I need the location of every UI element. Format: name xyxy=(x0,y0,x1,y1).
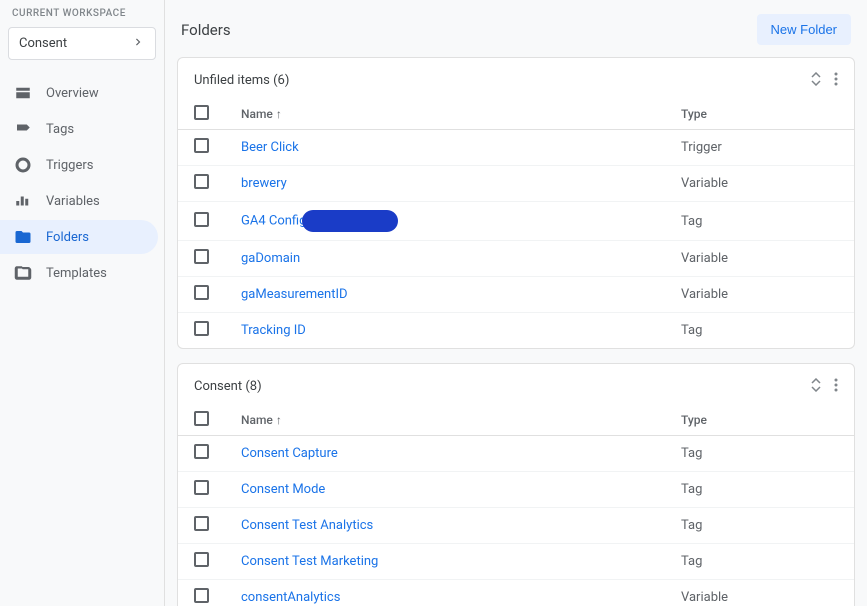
dashboard-icon xyxy=(14,84,32,102)
item-name-link[interactable]: consentAnalytics xyxy=(241,590,340,605)
table-row: Tracking ID Tag xyxy=(178,313,854,349)
redaction-mark xyxy=(302,210,398,232)
select-all-checkbox[interactable] xyxy=(194,411,209,426)
more-icon[interactable] xyxy=(834,378,838,395)
row-checkbox[interactable] xyxy=(194,321,209,336)
row-checkbox[interactable] xyxy=(194,138,209,153)
item-type: Variable xyxy=(665,241,854,277)
card-actions xyxy=(810,378,838,395)
card-actions xyxy=(810,72,838,89)
item-type: Tag xyxy=(665,436,854,472)
workspace-header: CURRENT WORKSPACE xyxy=(0,0,164,23)
row-checkbox[interactable] xyxy=(194,285,209,300)
row-checkbox[interactable] xyxy=(194,444,209,459)
row-checkbox[interactable] xyxy=(194,174,209,189)
item-name-link[interactable]: Consent Test Analytics xyxy=(241,518,373,533)
template-icon xyxy=(14,264,32,282)
item-type: Tag xyxy=(665,544,854,580)
table-row: Consent Test Marketing Tag xyxy=(178,544,854,580)
folder-table: Name↑Type Consent Capture Tag Consent Mode T… xyxy=(178,405,854,606)
main-content: Folders New Folder Unfiled items (6) Name… xyxy=(165,0,867,606)
item-name-link[interactable]: Beer Click xyxy=(241,140,299,155)
row-checkbox[interactable] xyxy=(194,516,209,531)
page-header: Folders New Folder xyxy=(177,14,855,45)
column-header-name[interactable]: Name↑ xyxy=(225,99,665,130)
folder-title: Unfiled items (6) xyxy=(194,73,289,88)
item-name-link[interactable]: brewery xyxy=(241,176,287,191)
nav-list: Overview Tags Triggers Variables Folders xyxy=(0,72,164,292)
tag-icon xyxy=(14,120,32,138)
sidebar-item-variables[interactable]: Variables xyxy=(0,184,158,218)
sidebar-item-templates[interactable]: Templates xyxy=(0,256,158,290)
page-title: Folders xyxy=(181,21,231,39)
sidebar-item-triggers[interactable]: Triggers xyxy=(0,148,158,182)
table-row: brewery Variable xyxy=(178,166,854,202)
sidebar: CURRENT WORKSPACE Consent Overview Tags … xyxy=(0,0,165,606)
column-header-type[interactable]: Type xyxy=(665,405,854,436)
sidebar-item-label: Overview xyxy=(46,86,99,101)
table-row: Consent Mode Tag xyxy=(178,472,854,508)
sidebar-item-label: Templates xyxy=(46,266,107,281)
item-type: Trigger xyxy=(665,130,854,166)
item-type: Tag xyxy=(665,508,854,544)
row-checkbox[interactable] xyxy=(194,480,209,495)
sidebar-item-tags[interactable]: Tags xyxy=(0,112,158,146)
item-name-link[interactable]: Tracking ID xyxy=(241,323,306,338)
table-row: GA4 Config Tag xyxy=(178,202,854,241)
item-type: Tag xyxy=(665,202,854,241)
item-type: Tag xyxy=(665,313,854,349)
table-row: consentAnalytics Variable xyxy=(178,580,854,606)
table-row: gaMeasurementID Variable xyxy=(178,277,854,313)
column-header-type[interactable]: Type xyxy=(665,99,854,130)
folder-icon xyxy=(14,228,32,246)
column-header-name[interactable]: Name↑ xyxy=(225,405,665,436)
sort-arrow-icon: ↑ xyxy=(276,107,282,121)
item-type: Tag xyxy=(665,472,854,508)
folder-table: Name↑Type Beer Click Trigger brewery Variabl… xyxy=(178,99,854,348)
item-name-link[interactable]: GA4 Config xyxy=(241,213,306,228)
workspace-label: CURRENT WORKSPACE xyxy=(12,8,152,19)
more-icon[interactable] xyxy=(834,72,838,89)
sidebar-item-label: Folders xyxy=(46,230,89,245)
folder-card: Unfiled items (6) Name↑Type Beer Click Trig… xyxy=(177,57,855,349)
table-row: Consent Test Analytics Tag xyxy=(178,508,854,544)
row-checkbox[interactable] xyxy=(194,552,209,567)
workspace-name: Consent xyxy=(19,36,67,51)
item-name-link[interactable]: Consent Capture xyxy=(241,446,338,461)
select-all-checkbox[interactable] xyxy=(194,105,209,120)
sidebar-item-label: Tags xyxy=(46,122,74,137)
table-row: Beer Click Trigger xyxy=(178,130,854,166)
folder-card: Consent (8)Name↑TypeConsent CaptureTagCo… xyxy=(177,363,855,606)
item-name-link[interactable]: Consent Mode xyxy=(241,482,325,497)
collapse-icon[interactable] xyxy=(810,378,822,395)
item-name-link[interactable]: gaDomain xyxy=(241,251,300,266)
workspace-selector[interactable]: Consent xyxy=(8,27,156,60)
item-type: Variable xyxy=(665,166,854,202)
trigger-icon xyxy=(14,156,32,174)
card-header: Consent (8) xyxy=(178,364,854,405)
sidebar-item-overview[interactable]: Overview xyxy=(0,76,158,110)
item-type: Variable xyxy=(665,277,854,313)
row-checkbox[interactable] xyxy=(194,588,209,603)
item-name-link[interactable]: gaMeasurementID xyxy=(241,287,348,302)
item-name-link[interactable]: Consent Test Marketing xyxy=(241,554,378,569)
sort-arrow-icon: ↑ xyxy=(276,413,282,427)
sidebar-item-folders[interactable]: Folders xyxy=(0,220,158,254)
sidebar-item-label: Triggers xyxy=(46,158,93,173)
row-checkbox[interactable] xyxy=(194,249,209,264)
card-header: Unfiled items (6) xyxy=(178,58,854,99)
new-folder-button[interactable]: New Folder xyxy=(757,14,851,45)
variable-icon xyxy=(14,192,32,210)
table-row: gaDomain Variable xyxy=(178,241,854,277)
item-type: Variable xyxy=(665,580,854,606)
collapse-icon[interactable] xyxy=(810,72,822,89)
sidebar-item-label: Variables xyxy=(46,194,100,209)
row-checkbox[interactable] xyxy=(194,212,209,227)
folder-title: Consent (8) xyxy=(194,379,262,394)
table-row: Consent Capture Tag xyxy=(178,436,854,472)
chevron-right-icon xyxy=(131,34,145,53)
